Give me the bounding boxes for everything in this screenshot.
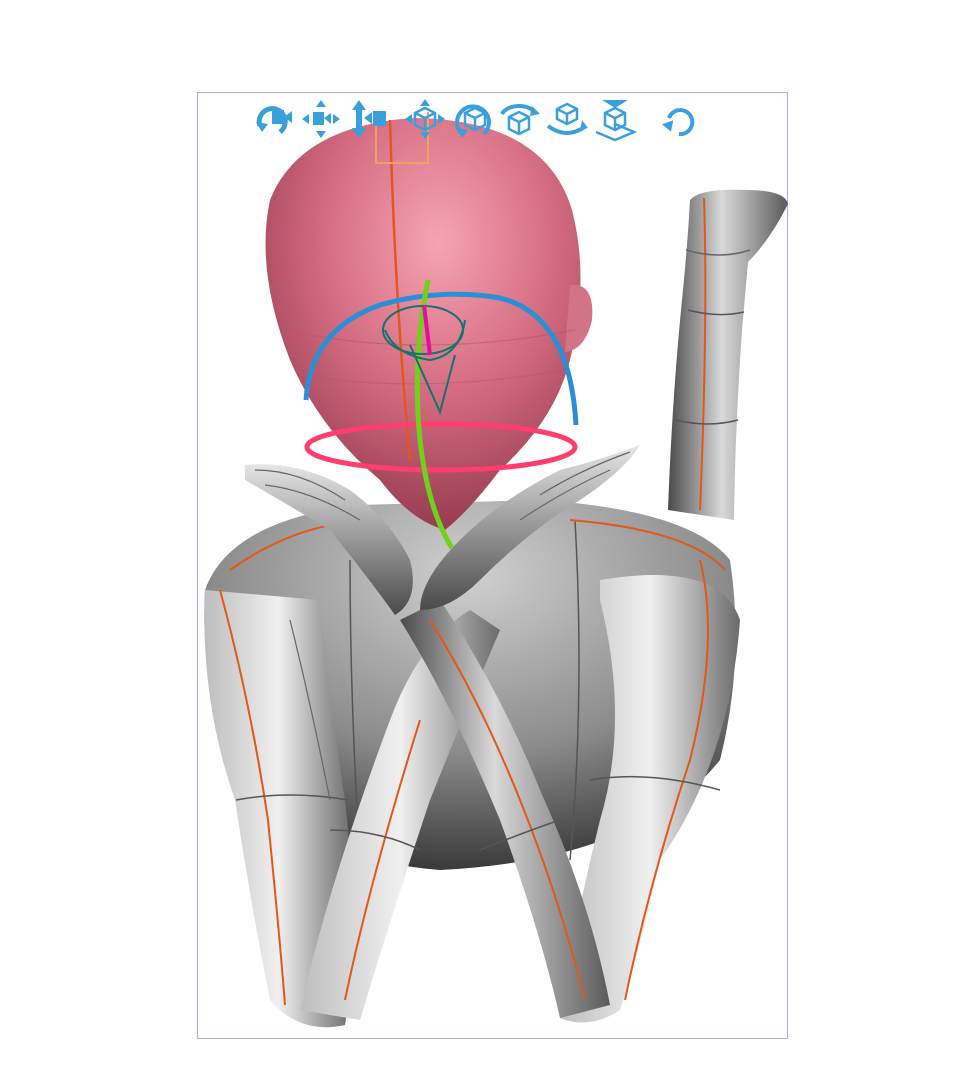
rotate-button[interactable] xyxy=(496,96,542,142)
object-move-button[interactable] xyxy=(402,96,448,142)
rotate-icon xyxy=(500,103,540,136)
place-on-ground-icon xyxy=(595,100,638,142)
camera-rotate-button[interactable] xyxy=(250,96,296,142)
raised-leg[interactable] xyxy=(668,189,788,520)
place-on-ground-button[interactable] xyxy=(592,96,638,142)
manipulation-toolbar xyxy=(250,96,710,146)
camera-dolly-icon xyxy=(352,100,386,138)
object-move-icon xyxy=(405,99,445,139)
undo-icon xyxy=(661,108,695,137)
rotate-ground-button[interactable] xyxy=(544,96,590,142)
object-rotate-icon xyxy=(455,104,491,138)
camera-pan-button[interactable] xyxy=(298,96,344,142)
undo-button[interactable] xyxy=(655,96,701,142)
rotate-ground-icon xyxy=(546,102,588,135)
3d-viewport[interactable] xyxy=(0,0,953,1086)
object-rotate-button[interactable] xyxy=(450,96,496,142)
camera-rotate-icon xyxy=(256,106,292,135)
camera-dolly-button[interactable] xyxy=(346,96,392,142)
camera-pan-icon xyxy=(302,100,340,138)
